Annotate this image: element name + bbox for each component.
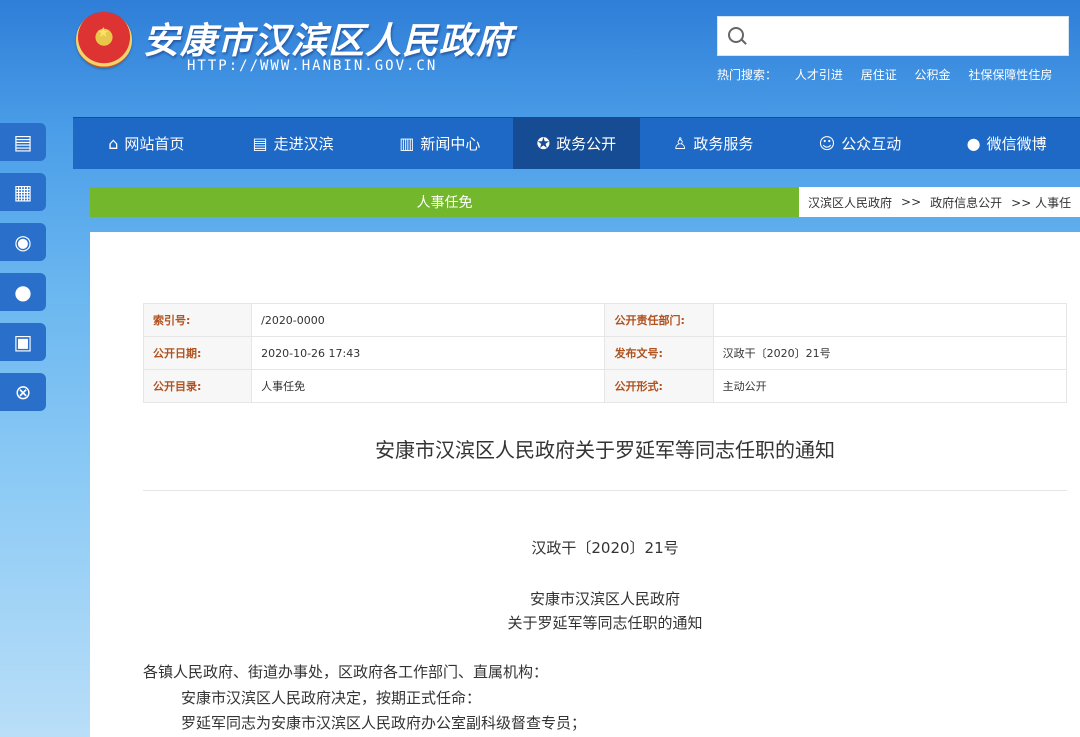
user-icon: ♙ [673, 133, 688, 153]
section-title-bar: 人事任免 [90, 187, 799, 217]
table-row: 索引号: /2020-0000 公开责任部门: [142, 303, 1068, 337]
site-title: 安康市汉滨区人民政府 [143, 20, 514, 62]
table-row: 公开目录: 人事任免 公开形式: 主动公开 [142, 369, 1068, 403]
meta-value: 汉政干〔2020〕21号 [712, 336, 1068, 370]
site-url: HTTP://WWW.HANBIN.GOV.CN [187, 58, 438, 74]
document-paragraph: 安康市汉滨区人民政府决定，按期正式任命： [181, 689, 482, 707]
nav-item-about[interactable]: ▤ 走进汉滨 [220, 117, 367, 169]
breadcrumb-link[interactable]: >> 人事任 [1011, 194, 1071, 211]
nav-item-wechat-weibo[interactable]: ● 微信微博 [933, 117, 1080, 169]
section-title: 人事任免 [416, 195, 473, 211]
home-icon: ⌂ [108, 133, 119, 153]
meta-key: 索引号: [142, 303, 253, 337]
document-number: 汉政干〔2020〕21号 [531, 539, 679, 557]
hot-search-label: 热门搜索： [717, 68, 778, 82]
meta-value: 人事任免 [251, 369, 606, 403]
nav-item-services[interactable]: ♙ 政务服务 [640, 117, 787, 169]
breadcrumb-link[interactable]: 政府信息公开 [930, 194, 1002, 211]
document-icon: ▤ [252, 133, 268, 153]
table-row: 公开日期: 2020-10-26 17:43 发布文号: 汉政干〔2020〕21… [142, 336, 1068, 370]
document-issuer: 安康市汉滨区人民政府 [529, 590, 680, 608]
document-salutation: 各镇人民政府、街道办事处，区政府各工作部门、直属机构： [143, 663, 549, 681]
search-icon[interactable] [728, 27, 744, 43]
meta-key: 公开目录: [142, 369, 253, 403]
nav-item-gov-open[interactable]: ✪ 政务公开 [513, 117, 640, 169]
breadcrumb: 汉滨区人民政府 >> 政府信息公开 >> 人事任 [799, 187, 1080, 217]
nav-item-interaction[interactable]: ☺ 公众互动 [787, 117, 934, 169]
app-icon[interactable]: ▣ [0, 323, 46, 361]
left-float-toolbar: ▤ ▦ ◉ ● ▣ ⊗ [0, 123, 46, 423]
document-paragraph: 罗延军同志为安康市汉滨区人民政府办公室副科级督查专员； [181, 714, 587, 732]
nav-item-news[interactable]: ▥ 新闻中心 [366, 117, 513, 169]
meta-key: 发布文号: [604, 336, 714, 370]
hot-search: 热门搜索： 人才引进 居住证 公积金 社保保障性住房 [717, 66, 1066, 83]
document-title: 安康市汉滨区人民政府关于罗延军等同志任职的通知 [375, 438, 835, 462]
breadcrumb-separator: >> [901, 195, 922, 209]
wechat-icon: ● [966, 133, 981, 153]
notes-icon[interactable]: ▦ [0, 173, 46, 211]
weibo-icon[interactable]: ◉ [0, 223, 46, 261]
meta-value: 2020-10-26 17:43 [251, 336, 606, 370]
main-nav: ⌂ 网站首页 ▤ 走进汉滨 ▥ 新闻中心 ✪ 政务公开 ♙ 政务服务 ☺ 公众互动 ● 微信微… [73, 117, 1080, 169]
hot-search-item[interactable]: 公积金 [915, 68, 951, 82]
hot-search-item[interactable]: 居住证 [861, 68, 897, 82]
hot-search-item[interactable]: 人才引进 [795, 68, 843, 82]
meta-key: 公开形式: [604, 369, 714, 403]
close-icon[interactable]: ⊗ [0, 373, 46, 411]
metadata-table: 索引号: /2020-0000 公开责任部门: 公开日期: 2020-10-26… [142, 303, 1068, 403]
meta-key: 公开责任部门: [604, 303, 714, 337]
breadcrumb-link[interactable]: 汉滨区人民政府 [808, 194, 892, 211]
search-input[interactable] [756, 23, 1060, 49]
nav-item-home[interactable]: ⌂ 网站首页 [73, 117, 220, 169]
star-icon: ✪ [536, 133, 551, 153]
search-box[interactable] [717, 16, 1069, 56]
divider [143, 490, 1067, 491]
national-emblem-logo: ★ [76, 12, 132, 68]
wechat-icon[interactable]: ● [0, 273, 46, 311]
meta-value [712, 303, 1068, 337]
meta-value: /2020-0000 [251, 303, 606, 337]
document-subtitle: 关于罗延军等同志任职的通知 [507, 614, 703, 632]
news-icon: ▥ [399, 133, 415, 153]
meta-value: 主动公开 [712, 369, 1068, 403]
hot-search-item[interactable]: 社保保障性住房 [968, 68, 1052, 82]
document-icon[interactable]: ▤ [0, 123, 46, 161]
meta-key: 公开日期: [142, 336, 253, 370]
chat-icon: ☺ [818, 133, 836, 153]
